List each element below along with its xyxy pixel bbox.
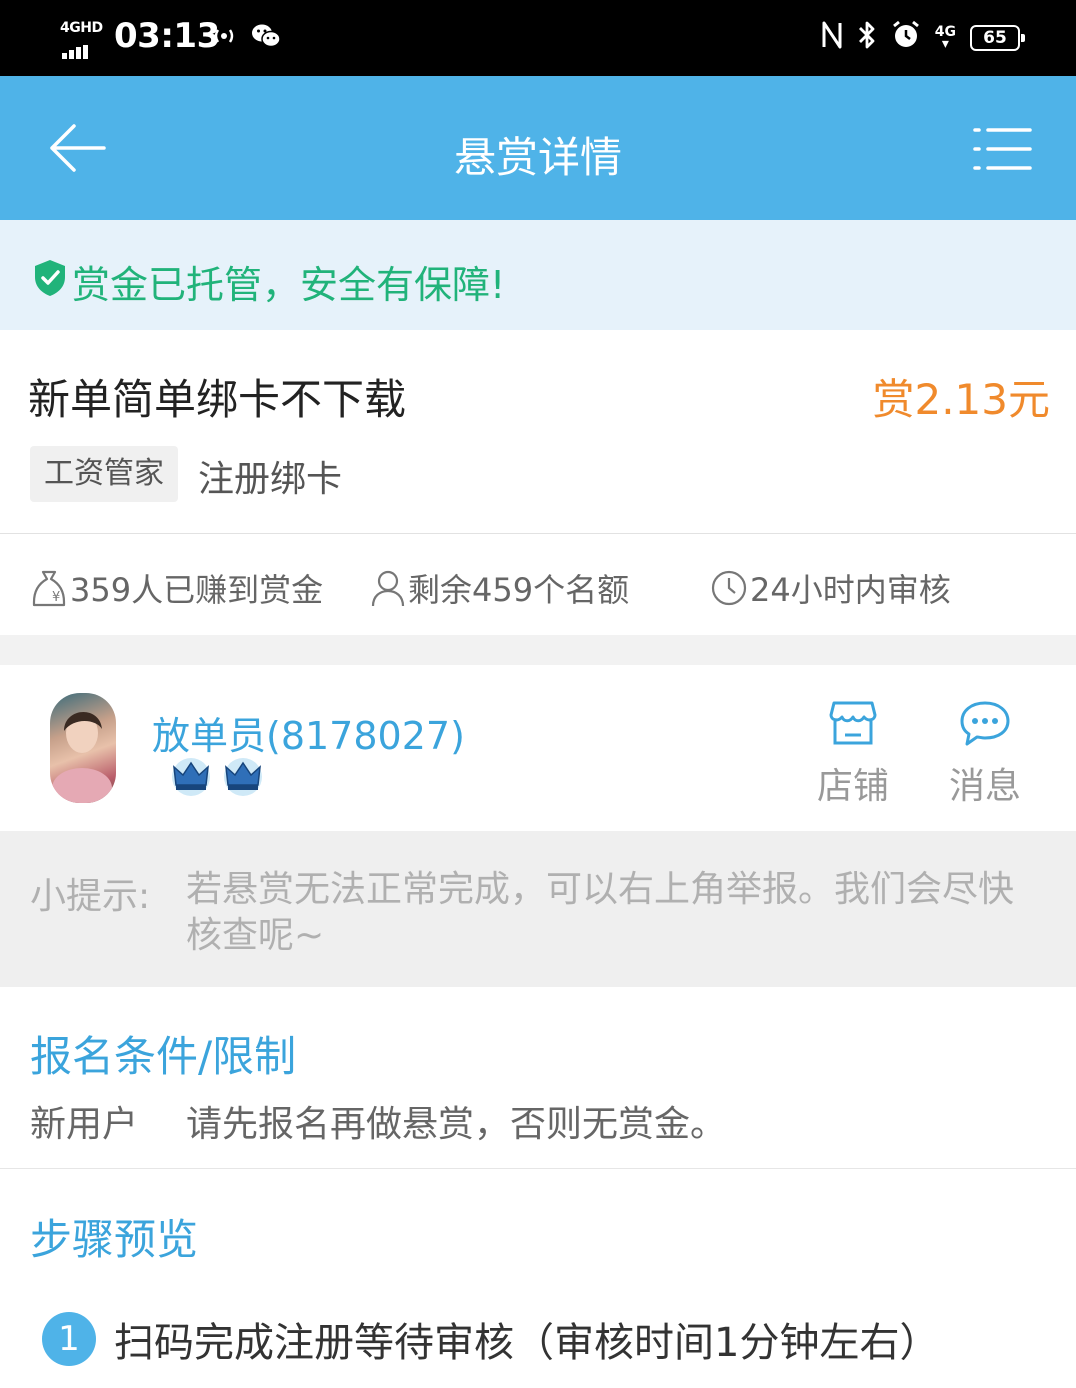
battery-level: 65 <box>983 28 1007 48</box>
review-time: 24小时内审核 <box>750 571 951 609</box>
steps-title: 步骤预览 <box>30 1215 199 1264</box>
list-menu-icon <box>973 128 1032 170</box>
network-type: 4GHD <box>60 20 103 36</box>
publisher-name[interactable]: 放单员(8178027) <box>152 705 465 760</box>
stat-remaining: 剩余459个名额 <box>370 565 629 611</box>
step-item: 1 扫码完成注册等待审核（审核时间1分钟左右） <box>42 1310 939 1368</box>
chat-bubble-icon <box>960 701 1010 746</box>
clock-time: 03:13 <box>114 16 220 56</box>
status-bar: 4GHD 03:13 4G ▾ 65 <box>0 0 1076 76</box>
reward-amount: 赏2.13元 <box>872 375 1050 424</box>
step-number: 1 <box>42 1312 96 1366</box>
app-tag: 工资管家 <box>30 446 178 502</box>
steps-section: 步骤预览 1 扫码完成注册等待审核（审核时间1分钟左右） <box>0 1170 1076 1388</box>
task-title: 新单简单绑卡不下载 <box>28 375 407 424</box>
crown-icon <box>224 758 262 796</box>
stat-review: 24小时内审核 <box>710 565 951 611</box>
shop-button[interactable]: 店铺 <box>808 699 898 809</box>
battery-icon: 65 <box>970 25 1025 51</box>
publisher-level <box>168 755 266 797</box>
alarm-icon <box>891 20 921 57</box>
task-card: 新单简单绑卡不下载 赏2.13元 工资管家 注册绑卡 <box>0 330 1076 534</box>
svg-text:¥: ¥ <box>52 590 60 605</box>
step-text: 扫码完成注册等待审核（审核时间1分钟左右） <box>114 1320 940 1366</box>
requirement-label: 新用户 <box>30 1104 139 1145</box>
wechat-icon <box>250 20 282 52</box>
person-icon <box>371 570 405 607</box>
mobile-data-icon: 4G ▾ <box>934 24 956 52</box>
nfc-icon <box>821 20 843 57</box>
money-bag-icon: ¥ <box>32 570 66 607</box>
hotspot-icon <box>210 24 238 53</box>
bluetooth-icon <box>857 20 877 57</box>
section-divider <box>0 635 1076 665</box>
app-header: 悬赏详情 <box>0 76 1076 220</box>
requirements-section: 报名条件/限制 新用户 请先报名再做悬赏，否则无赏金。 <box>0 987 1076 1169</box>
task-stats: ¥ 359人已赚到赏金 剩余459个名额 24小时内审核 <box>0 535 1076 635</box>
tip-label: 小提示: <box>30 876 151 917</box>
store-icon <box>829 701 877 745</box>
shop-label: 店铺 <box>816 766 889 807</box>
page-title: 悬赏详情 <box>453 133 622 182</box>
shield-check-icon <box>35 260 65 296</box>
clock-icon <box>711 570 747 606</box>
publisher-avatar[interactable] <box>50 693 116 803</box>
stat-earned: ¥ 359人已赚到赏金 <box>30 565 323 611</box>
crown-icon <box>172 758 210 796</box>
message-button[interactable]: 消息 <box>940 699 1030 809</box>
earned-count: 359人已赚到赏金 <box>70 571 324 609</box>
tip-text: 若悬赏无法正常完成，可以右上角举报。我们会尽快核查呢~ <box>186 869 1015 956</box>
network-signal-icon: 4GHD <box>60 20 104 59</box>
message-label: 消息 <box>948 766 1021 807</box>
escrow-text: 赏金已托管，安全有保障! <box>72 263 506 307</box>
tip-box: 小提示: 若悬赏无法正常完成，可以右上角举报。我们会尽快核查呢~ <box>0 831 1076 987</box>
task-type-tag: 注册绑卡 <box>198 459 343 500</box>
requirements-title: 报名条件/限制 <box>30 1032 297 1081</box>
escrow-banner: 赏金已托管，安全有保障! <box>0 220 1076 330</box>
publisher-card: 放单员(8178027) 店铺 消息 <box>0 665 1076 831</box>
menu-button[interactable] <box>972 126 1034 172</box>
remaining-count: 剩余459个名额 <box>408 571 630 609</box>
requirement-text: 请先报名再做悬赏，否则无赏金。 <box>186 1104 727 1145</box>
